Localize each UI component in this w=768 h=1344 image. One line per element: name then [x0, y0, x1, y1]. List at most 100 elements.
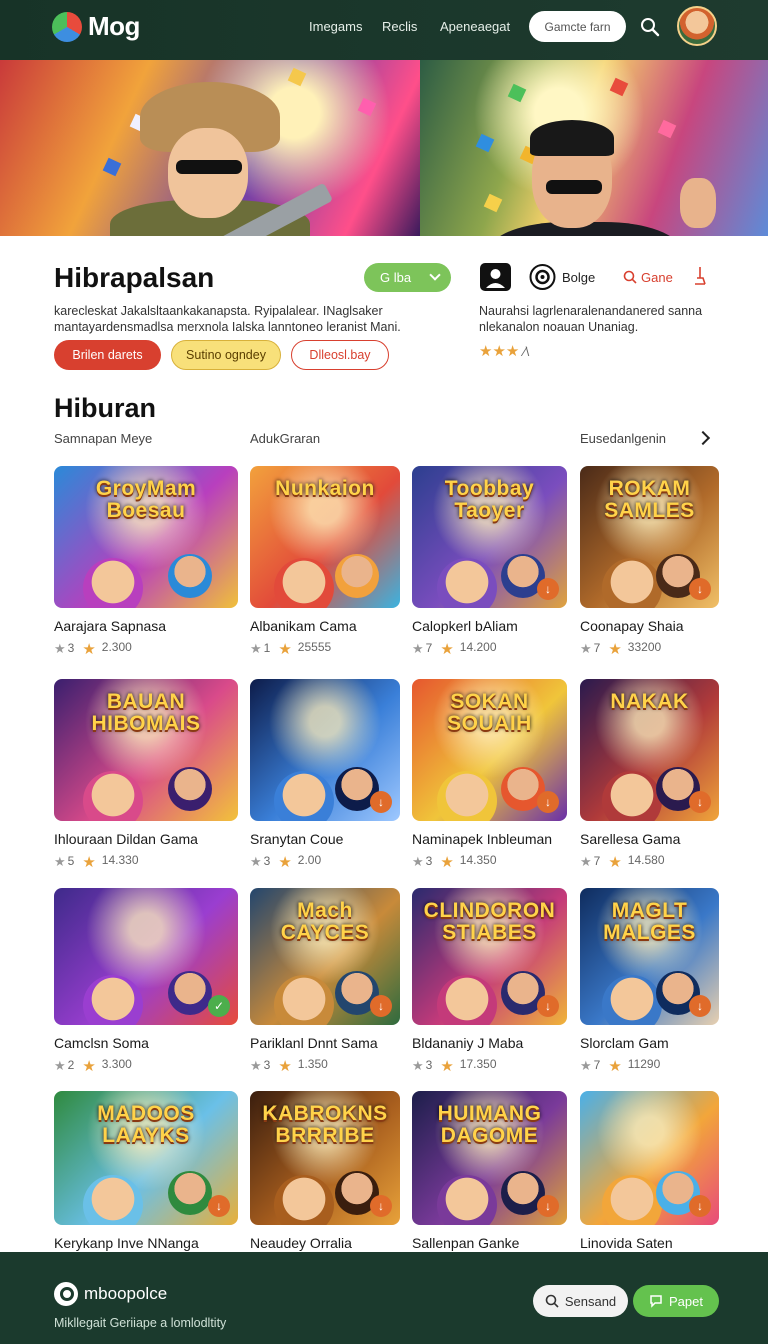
primary-action-button[interactable]: Brilen darets [54, 340, 161, 370]
game-thumbnail[interactable]: GroyMam Boesau [54, 466, 238, 608]
side-label-gane[interactable]: Gane [641, 270, 673, 285]
game-score: 2.00 [297, 853, 322, 867]
game-card[interactable]: Mach CAYCES ↓ Pariklanl Dnnt Sama ★ 3 ★ 1.350 [250, 888, 400, 1075]
character-illustration [168, 971, 213, 1015]
nav-link-2[interactable]: Reclis [382, 19, 417, 34]
game-card[interactable]: NAKAK ↓ Sarellesa Gama ★ 7 ★ 14.580 [580, 679, 719, 871]
game-card[interactable]: GroyMam Boesau Aarajara Sapnasa ★ 3 ★ 2.300 [54, 466, 238, 658]
game-card[interactable]: SOKAN SOUAIH ↓ Naminapek Inbleuman ★ 3 ★ 14.35… [412, 679, 567, 871]
app-logo[interactable]: Mog [52, 11, 140, 42]
download-icon[interactable]: ↓ [689, 995, 711, 1017]
download-icon[interactable]: ↓ [537, 995, 559, 1017]
game-card[interactable]: ↓ Sranytan Coue ★ 3 ★ 2.00 [250, 679, 400, 871]
game-card[interactable]: CLINDORON STIABES ↓ Bldananiy J Maba ★ 3 ★ 17.… [412, 888, 567, 1075]
game-thumbnail[interactable]: MAGLT MALGES ↓ [580, 888, 719, 1025]
footer-primary-button[interactable]: Papet [633, 1285, 719, 1317]
game-thumbnail[interactable]: HUIMANG DAGOME ↓ [412, 1091, 567, 1225]
footer-search-button[interactable]: Sensand [533, 1285, 628, 1317]
download-icon[interactable]: ↓ [537, 1195, 559, 1217]
download-icon[interactable]: ✓ [208, 995, 230, 1017]
game-thumbnail[interactable]: Mach CAYCES ↓ [250, 888, 400, 1025]
game-card[interactable]: HUIMANG DAGOME ↓ Sallenpan Ganke [412, 1091, 567, 1251]
download-icon[interactable]: ↓ [689, 578, 711, 600]
game-meta: ★ 7 ★ 11290 [580, 1057, 719, 1075]
filter-tab-2[interactable]: AdukGraran [250, 431, 320, 446]
game-title[interactable]: Pariklanl Dnnt Sama [250, 1035, 400, 1051]
game-thumbnail[interactable]: ↓ [250, 679, 400, 821]
side-label-bolge[interactable]: Bolge [562, 270, 595, 285]
search-button[interactable]: Gamcte farn [529, 11, 626, 42]
user-avatar[interactable] [677, 6, 717, 46]
outline-action-button[interactable]: Dlleosl.bay [291, 340, 389, 370]
game-thumbnail[interactable]: BAUAN HIBOMAIS [54, 679, 238, 821]
game-thumbnail[interactable]: Toobbay Taoyer ↓ [412, 466, 567, 608]
filter-tab-3[interactable]: Eusedanlgenin [580, 431, 666, 446]
game-title[interactable]: Ihlouraan Dildan Gama [54, 831, 238, 847]
game-title[interactable]: Sranytan Coue [250, 831, 400, 847]
download-icon[interactable]: ↓ [370, 791, 392, 813]
game-score: 3.300 [101, 1057, 132, 1071]
game-card[interactable]: Toobbay Taoyer ↓ Calopkerl bAliam ★ 7 ★ 14.200 [412, 466, 567, 658]
game-title[interactable]: Camclsn Soma [54, 1035, 238, 1051]
secondary-action-button[interactable]: Sutino ogndey [171, 340, 281, 370]
game-card[interactable]: ↓ Linovida Saten [580, 1091, 719, 1251]
game-thumbnail[interactable]: ✓ [54, 888, 238, 1025]
game-score: 14.200 [459, 640, 497, 654]
game-meta: ★ 2 ★ 3.300 [54, 1057, 238, 1075]
filter-tab-1[interactable]: Samnapan Meye [54, 431, 152, 446]
game-title[interactable]: Albanikam Cama [250, 618, 400, 634]
game-card[interactable]: ✓ Camclsn Soma ★ 2 ★ 3.300 [54, 888, 238, 1075]
game-thumbnail[interactable]: Nunkaion [250, 466, 400, 608]
download-icon[interactable]: ↓ [370, 995, 392, 1017]
game-thumbnail[interactable]: SOKAN SOUAIH ↓ [412, 679, 567, 821]
game-title[interactable]: Kerykanp Inve NNanga [54, 1235, 238, 1251]
footer-search-label: Sensand [564, 1293, 617, 1309]
bookmark-icon[interactable] [692, 266, 708, 286]
game-thumbnail[interactable]: NAKAK ↓ [580, 679, 719, 821]
rating-star-icon: ★ [82, 1058, 96, 1075]
download-icon[interactable]: ↓ [537, 578, 559, 600]
footer-subtitle: Mikllegait Geriiape a lomlodltity [54, 1316, 227, 1330]
download-icon[interactable]: ↓ [208, 1195, 230, 1217]
game-title[interactable]: Sarellesa Gama [580, 831, 719, 847]
download-icon[interactable]: ↓ [689, 791, 711, 813]
search-icon[interactable] [640, 17, 660, 37]
next-arrow-icon[interactable] [695, 430, 711, 446]
game-title[interactable]: Bldananiy J Maba [412, 1035, 567, 1051]
game-thumbnail[interactable]: ↓ [580, 1091, 719, 1225]
game-title[interactable]: Coonapay Shaia [580, 618, 719, 634]
character-illustration [436, 975, 497, 1025]
download-icon[interactable]: ↓ [689, 1195, 711, 1217]
game-card[interactable]: Nunkaion Albanikam Cama ★ 1 ★ 25555 [250, 466, 400, 658]
game-title[interactable]: Slorclam Gam [580, 1035, 719, 1051]
game-title[interactable]: Naminapek Inbleuman [412, 831, 567, 847]
game-title[interactable]: Linovida Saten [580, 1235, 719, 1251]
game-title[interactable]: Sallenpan Ganke [412, 1235, 567, 1251]
game-thumbnail[interactable]: KABROKNS BRRRIBE ↓ [250, 1091, 400, 1225]
category-dropdown[interactable]: G lba [364, 263, 451, 292]
game-score: 14.350 [459, 853, 497, 867]
game-card[interactable]: MAGLT MALGES ↓ Slorclam Gam ★ 7 ★ 11290 [580, 888, 719, 1075]
download-icon[interactable]: ↓ [537, 791, 559, 813]
game-title[interactable]: Neaudey Orralia [250, 1235, 400, 1251]
game-thumbnail[interactable]: ROKAM SAMLES ↓ [580, 466, 719, 608]
target-icon[interactable] [526, 262, 559, 292]
game-thumbnail[interactable]: MADOOS LAAYKS ↓ [54, 1091, 238, 1225]
character-illustration [83, 558, 144, 608]
game-title[interactable]: Calopkerl bAliam [412, 618, 567, 634]
download-icon[interactable]: ↓ [370, 1195, 392, 1217]
game-thumbnail[interactable]: CLINDORON STIABES ↓ [412, 888, 567, 1025]
game-card[interactable]: KABROKNS BRRRIBE ↓ Neaudey Orralia [250, 1091, 400, 1251]
thumbnail-title-art: Mach CAYCES [280, 899, 370, 944]
game-rank: 3 [263, 1058, 271, 1072]
thumbnail-title-art: SOKAN SOUAIH [447, 690, 532, 735]
game-card[interactable]: ROKAM SAMLES ↓ Coonapay Shaia ★ 7 ★ 33200 [580, 466, 719, 658]
game-meta: ★ 5 ★ 14.330 [54, 853, 238, 871]
game-card[interactable]: MADOOS LAAYKS ↓ Kerykanp Inve NNanga [54, 1091, 238, 1251]
game-card[interactable]: BAUAN HIBOMAIS Ihlouraan Dildan Gama ★ 5 ★ 14… [54, 679, 238, 871]
game-title[interactable]: Aarajara Sapnasa [54, 618, 238, 634]
footer-logo[interactable]: mboopolce [54, 1282, 167, 1306]
nav-link-3[interactable]: Apeneaegat [440, 19, 510, 34]
profile-icon[interactable] [479, 262, 512, 292]
nav-link-1[interactable]: Imegams [309, 19, 362, 34]
